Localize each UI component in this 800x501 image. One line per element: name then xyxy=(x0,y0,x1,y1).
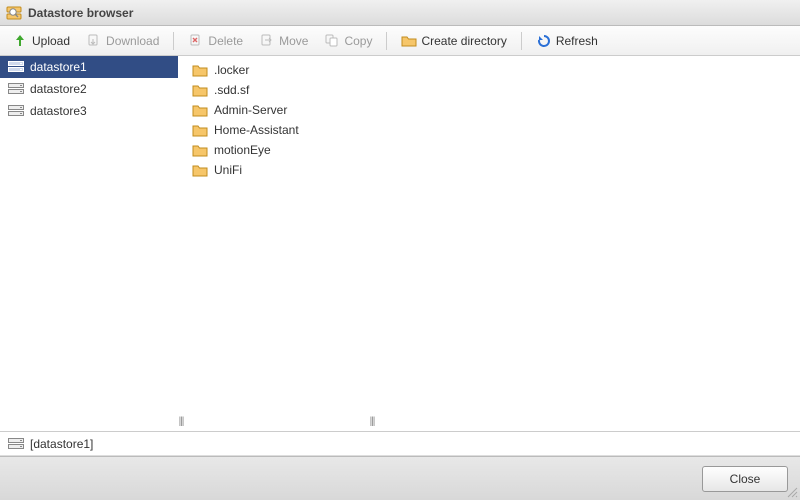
path-text: [datastore1] xyxy=(30,437,93,451)
folder-item[interactable]: UniFi xyxy=(184,160,369,180)
datastore-item[interactable]: datastore3 xyxy=(0,100,178,122)
datastore-item[interactable]: datastore1 xyxy=(0,56,178,78)
main-area: datastore1datastore2datastore3 ||| .lock… xyxy=(0,56,800,432)
toolbar-separator xyxy=(521,32,522,50)
move-label: Move xyxy=(279,34,308,48)
download-button[interactable]: Download xyxy=(80,30,165,52)
upload-icon xyxy=(12,33,28,49)
move-icon xyxy=(259,33,275,49)
toolbar-separator xyxy=(173,32,174,50)
delete-label: Delete xyxy=(208,34,243,48)
refresh-button[interactable]: Refresh xyxy=(530,30,604,52)
close-button[interactable]: Close xyxy=(702,466,788,492)
copy-button[interactable]: Copy xyxy=(318,30,378,52)
toolbar: Upload Download Delete Move Copy Create … xyxy=(0,26,800,56)
folder-icon xyxy=(192,103,208,117)
datastore-icon xyxy=(8,105,24,117)
datastore-icon xyxy=(8,438,24,450)
button-bar: Close xyxy=(0,456,800,500)
folder-item[interactable]: Admin-Server xyxy=(184,100,369,120)
copy-label: Copy xyxy=(344,34,372,48)
folder-label: .sdd.sf xyxy=(214,83,249,97)
copy-icon xyxy=(324,33,340,49)
folder-list: .locker .sdd.sf Admin-Server Home-Assistant… xyxy=(184,56,369,431)
folder-label: Admin-Server xyxy=(214,103,287,117)
refresh-icon xyxy=(536,33,552,49)
create-directory-label: Create directory xyxy=(421,34,506,48)
upload-label: Upload xyxy=(32,34,70,48)
upload-button[interactable]: Upload xyxy=(6,30,76,52)
create-directory-icon xyxy=(401,33,417,49)
title-bar: Datastore browser xyxy=(0,0,800,26)
create-directory-button[interactable]: Create directory xyxy=(395,30,512,52)
download-label: Download xyxy=(106,34,159,48)
folder-label: UniFi xyxy=(214,163,242,177)
datastore-label: datastore1 xyxy=(30,60,87,74)
path-bar: [datastore1] xyxy=(0,432,800,456)
folder-label: motionEye xyxy=(214,143,271,157)
folder-icon xyxy=(192,83,208,97)
datastore-icon xyxy=(8,83,24,95)
datastore-icon xyxy=(8,61,24,73)
folder-icon xyxy=(192,123,208,137)
folder-item[interactable]: .sdd.sf xyxy=(184,80,369,100)
folder-item[interactable]: .locker xyxy=(184,60,369,80)
folder-icon xyxy=(192,163,208,177)
delete-icon xyxy=(188,33,204,49)
refresh-label: Refresh xyxy=(556,34,598,48)
folder-label: .locker xyxy=(214,63,249,77)
folder-item[interactable]: Home-Assistant xyxy=(184,120,369,140)
datastore-item[interactable]: datastore2 xyxy=(0,78,178,100)
datastore-list: datastore1 datastore2 datastore3 xyxy=(0,56,178,431)
datastore-browser-icon xyxy=(6,5,22,21)
download-icon xyxy=(86,33,102,49)
details-pane xyxy=(375,56,800,431)
delete-button[interactable]: Delete xyxy=(182,30,249,52)
resize-grip-icon[interactable] xyxy=(786,486,798,498)
datastore-label: datastore3 xyxy=(30,104,87,118)
folder-item[interactable]: motionEye xyxy=(184,140,369,160)
close-label: Close xyxy=(730,472,761,486)
window-title: Datastore browser xyxy=(28,6,133,20)
folder-label: Home-Assistant xyxy=(214,123,299,137)
folder-icon xyxy=(192,63,208,77)
move-button[interactable]: Move xyxy=(253,30,314,52)
folder-icon xyxy=(192,143,208,157)
toolbar-separator xyxy=(386,32,387,50)
datastore-label: datastore2 xyxy=(30,82,87,96)
